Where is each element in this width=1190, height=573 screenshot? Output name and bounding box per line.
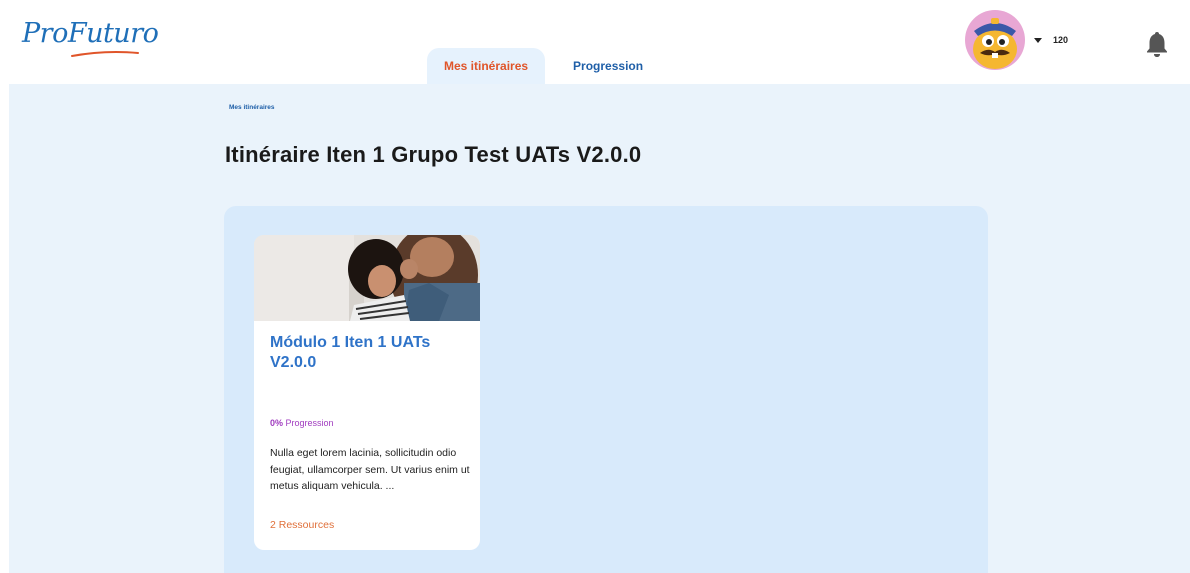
breadcrumb[interactable]: Mes itinéraires	[229, 104, 275, 111]
main-content: Mes itinéraires Itinéraire Iten 1 Grupo …	[9, 84, 1190, 573]
user-avatar[interactable]	[962, 9, 1028, 71]
progress-label: Progression	[285, 418, 334, 428]
bell-icon[interactable]	[1145, 30, 1169, 58]
page: ProFuturo Mes itinéraires Progression 12…	[0, 0, 1190, 573]
page-title: Itinéraire Iten 1 Grupo Test UATs V2.0.0	[225, 142, 642, 167]
tab-mes-itineraires[interactable]: Mes itinéraires	[427, 48, 546, 84]
progress-value: 0%	[270, 418, 284, 428]
top-header: ProFuturo Mes itinéraires Progression 12…	[0, 0, 1190, 84]
module-image	[254, 235, 480, 321]
logo-underline	[71, 51, 139, 57]
module-resources[interactable]: 2 Ressources	[270, 519, 334, 531]
main-tabs: Mes itinéraires Progression	[427, 48, 660, 84]
module-description: Nulla eget lorem lacinia, sollicitudin o…	[270, 447, 470, 492]
profuturo-logo[interactable]: ProFuturo	[22, 18, 159, 49]
module-card[interactable]: Módulo 1 Iten 1 UATs V2.0.0 0% Progressi…	[254, 235, 480, 550]
module-progress: 0% Progression	[270, 418, 334, 428]
points-count: 120	[1053, 35, 1069, 45]
module-title[interactable]: Módulo 1 Iten 1 UATs V2.0.0	[270, 333, 466, 373]
caret-down-icon[interactable]	[1034, 38, 1042, 44]
tab-progression[interactable]: Progression	[556, 48, 660, 84]
